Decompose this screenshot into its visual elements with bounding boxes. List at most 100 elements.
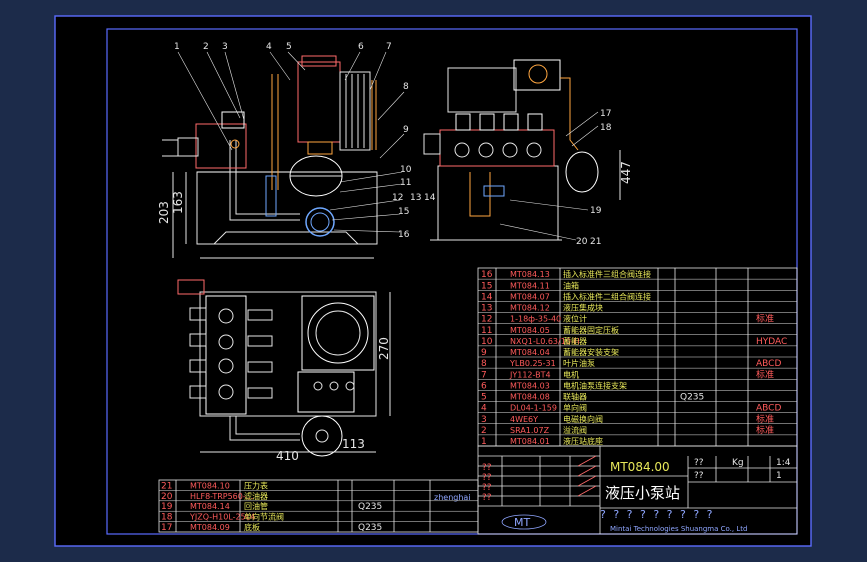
hydraulic-pump-station-drawing: 1 2 3 4 5 6 7 8 9 10 11 12 13 14 15 16 2…	[54, 15, 812, 547]
bom-note: 标准	[756, 413, 774, 425]
callout-18: 18	[600, 123, 612, 133]
bom-note: HYDAC	[756, 337, 787, 347]
bom-name: 底板	[244, 522, 260, 532]
bom-no: 15	[481, 281, 492, 291]
dim-113: 113	[342, 437, 365, 451]
bom-name: 液压站底座	[563, 436, 603, 446]
bom-code: MT084.14	[190, 502, 230, 511]
bom-name: 油箱	[563, 280, 579, 290]
bom-note: 标准	[756, 424, 774, 436]
bom-note: 标准	[756, 368, 774, 380]
bom-name: 滤油器	[244, 491, 268, 501]
bom-code: SRA1.07Z	[510, 426, 550, 435]
bom-no: 16	[481, 270, 493, 280]
bom-no: 2	[481, 426, 487, 436]
bom-code: MT084.12	[510, 304, 550, 313]
bom-name: 液位计	[563, 314, 587, 324]
bom-code: YLB0.25-31	[509, 359, 556, 368]
bom-no: 7	[481, 370, 487, 380]
bom-name: 插入标准件三组合阀连接	[563, 269, 651, 279]
callout-21: 21	[590, 237, 601, 247]
bom-code: MT084.08	[510, 393, 550, 402]
tb-qq-4: ??	[482, 473, 492, 483]
bom-code: JY112-BT4	[509, 370, 551, 379]
bom-no: 13	[481, 304, 492, 314]
bom-mat: Q235	[680, 393, 704, 403]
bom-code: MT084.03	[510, 381, 550, 390]
bom-mat: Q235	[358, 523, 382, 533]
bom-name: 蓄能器	[563, 336, 587, 346]
bom-no: 11	[481, 326, 492, 336]
callout-20: 20	[576, 237, 588, 247]
bom-no: 1	[481, 437, 487, 447]
bom-code: MT084.10	[190, 481, 230, 490]
bom-name: 插入标准件二组合阀连接	[563, 291, 651, 301]
dim-203: 203	[157, 201, 171, 224]
company-name: Mintai Technologies Shuangma Co., Ltd	[610, 525, 747, 533]
tb-qq-6: ??	[482, 493, 492, 503]
callout-16: 16	[398, 230, 410, 240]
callout-1: 1	[174, 42, 180, 52]
callout-11: 11	[400, 178, 411, 188]
callout-9: 9	[403, 125, 409, 135]
bom-code: MT084.01	[510, 437, 550, 446]
tb-qq-2: ??	[694, 471, 704, 481]
bom-code: MT084.13	[510, 270, 550, 279]
bom-note: ABCD	[756, 359, 781, 369]
bom-name: 电磁换向阀	[563, 414, 603, 424]
tb-qq-3: ??	[482, 463, 492, 473]
callout-5: 5	[286, 42, 292, 52]
bom-code: DL04-1-159	[510, 404, 557, 413]
tb-sheet-count: 1	[776, 471, 782, 481]
dim-270: 270	[377, 337, 391, 360]
callout-2: 2	[203, 42, 209, 52]
tb-qq-1: ??	[694, 458, 704, 468]
callout-13: 13	[410, 193, 421, 203]
bom-code: MT084.11	[510, 281, 550, 290]
bom-no: 4	[481, 404, 487, 414]
bom-name: 电机	[563, 369, 579, 379]
bom-code: 4WE6Y	[510, 415, 538, 424]
callout-17: 17	[600, 109, 611, 119]
bom-name: 电机油泵连接支架	[563, 380, 627, 390]
bom-name: 叶片油泵	[563, 358, 595, 368]
bom-code: MT084.05	[510, 326, 550, 335]
tb-kg: Kg	[732, 458, 744, 468]
cad-viewport[interactable]: 1 2 3 4 5 6 7 8 9 10 11 12 13 14 15 16 2…	[0, 0, 867, 562]
callout-8: 8	[403, 82, 409, 92]
bom-code: 1-18ф-35-40	[510, 315, 561, 324]
title-block-placeholders: ? ? ? ? ? ? ? ? ?	[600, 508, 715, 521]
bom-code: MT084.04	[510, 348, 550, 357]
tb-scale: 1:4	[776, 458, 791, 468]
dim-410: 410	[276, 449, 299, 463]
bom-name: 蓄能器固定压板	[563, 325, 619, 335]
bom-no: 19	[161, 502, 173, 512]
bom-no: 20	[161, 492, 173, 502]
bom-no: 6	[481, 381, 487, 391]
callout-4: 4	[266, 42, 272, 52]
bom-no: 17	[161, 523, 172, 533]
drawing-number: MT084.00	[610, 460, 670, 474]
bom-name: 单向节流阀	[244, 512, 284, 522]
callout-6: 6	[358, 42, 364, 52]
bom-name: 溢流阀	[563, 425, 587, 435]
company-logo: MT	[514, 516, 530, 529]
bom-name: 压力表	[244, 480, 268, 490]
callout-14: 14	[424, 193, 436, 203]
callout-19: 19	[590, 206, 602, 216]
callout-15: 15	[398, 207, 409, 217]
dim-163: 163	[171, 191, 185, 214]
bom-mat: Q235	[358, 502, 382, 512]
callout-7: 7	[386, 42, 392, 52]
bom-name: 单向阀	[563, 403, 587, 413]
bom-no: 9	[481, 348, 487, 358]
bom-no: 18	[161, 513, 173, 523]
bom-no: 12	[481, 315, 492, 325]
bom-code: MT084.07	[510, 292, 550, 301]
callout-3: 3	[222, 42, 228, 52]
tb-qq-5: ??	[482, 483, 492, 493]
bom-name: 联轴器	[563, 392, 587, 402]
bom-name: 液压集成块	[563, 303, 603, 313]
dim-447: 447	[619, 161, 633, 184]
bom-no: 14	[481, 292, 493, 302]
